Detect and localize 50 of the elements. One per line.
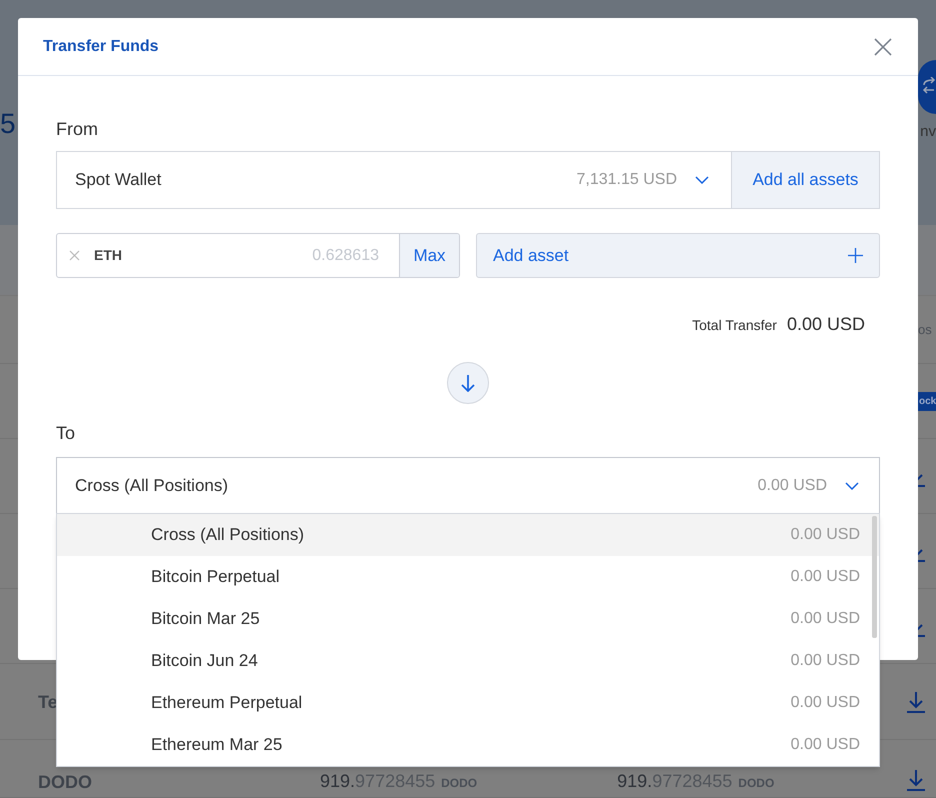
download-icon[interactable] [906, 768, 926, 792]
option-name: Ethereum Perpetual [151, 692, 302, 714]
transfer-button[interactable] [918, 60, 936, 114]
account-balance: 0.00 USD [758, 476, 827, 496]
account-option[interactable]: Cross (All Positions) 0.00 USD [57, 514, 879, 556]
option-balance: 0.00 USD [790, 609, 860, 629]
option-balance: 0.00 USD [790, 567, 860, 587]
add-asset-button[interactable]: Add asset [476, 233, 880, 278]
option-balance: 0.00 USD [790, 525, 860, 545]
asset-name: DODO [38, 772, 93, 792]
to-label: To [56, 422, 76, 445]
chevron-down-icon [695, 176, 709, 184]
option-name: Bitcoin Jun 24 [151, 650, 258, 672]
chevron-down-icon [845, 482, 859, 490]
max-button[interactable]: Max [399, 234, 459, 277]
plus-icon [848, 248, 863, 263]
account-option[interactable]: Bitcoin Perpetual 0.00 USD [57, 556, 879, 598]
option-name: Ethereum Mar 25 [151, 734, 282, 756]
scrollbar-thumb[interactable] [872, 516, 877, 638]
dialog-title: Transfer Funds [43, 36, 159, 56]
account-option[interactable]: Ethereum Perpetual 0.00 USD [57, 682, 879, 724]
selected-account: Cross (All Positions) [75, 474, 230, 497]
amount-input[interactable]: 0.628613 [154, 244, 379, 268]
action-label: nv [920, 124, 936, 139]
account-option[interactable]: Ethereum Mar 25 0.00 USD [57, 724, 879, 766]
remove-icon[interactable] [69, 250, 80, 261]
asset-symbol: ETH [94, 246, 123, 265]
option-name: Cross (All Positions) [151, 524, 304, 546]
download-icon[interactable] [906, 690, 926, 714]
from-label: From [56, 118, 99, 141]
account-option[interactable]: Bitcoin Mar 25 0.00 USD [57, 598, 879, 640]
asset-name: Te [38, 692, 59, 712]
status-badge: ock [918, 392, 936, 410]
option-name: Bitcoin Mar 25 [151, 608, 260, 630]
account-option[interactable]: Bitcoin Jun 24 0.00 USD [57, 640, 879, 682]
asset-amount-field[interactable]: ETH 0.628613 Max [56, 233, 460, 278]
from-wallet-select[interactable]: Spot Wallet 7,131.15 USD Add all assets [56, 151, 880, 209]
option-balance: 0.00 USD [790, 651, 860, 671]
option-balance: 0.00 USD [790, 693, 860, 713]
close-icon[interactable] [874, 38, 892, 56]
wallet-name: Spot Wallet [75, 169, 162, 192]
arrow-down-icon [461, 374, 475, 392]
direction-arrow-button[interactable] [447, 362, 489, 404]
option-name: Bitcoin Perpetual [151, 566, 280, 588]
option-balance: 0.00 USD [790, 735, 860, 755]
add-all-assets-button[interactable]: Add all assets [731, 152, 879, 208]
total-transfer-label: Total Transfer [692, 316, 777, 335]
total-transfer-value: 0.00 USD [786, 313, 865, 336]
wallet-balance: 7,131.15 USD [576, 170, 677, 190]
balance-value: 5 [0, 110, 16, 141]
